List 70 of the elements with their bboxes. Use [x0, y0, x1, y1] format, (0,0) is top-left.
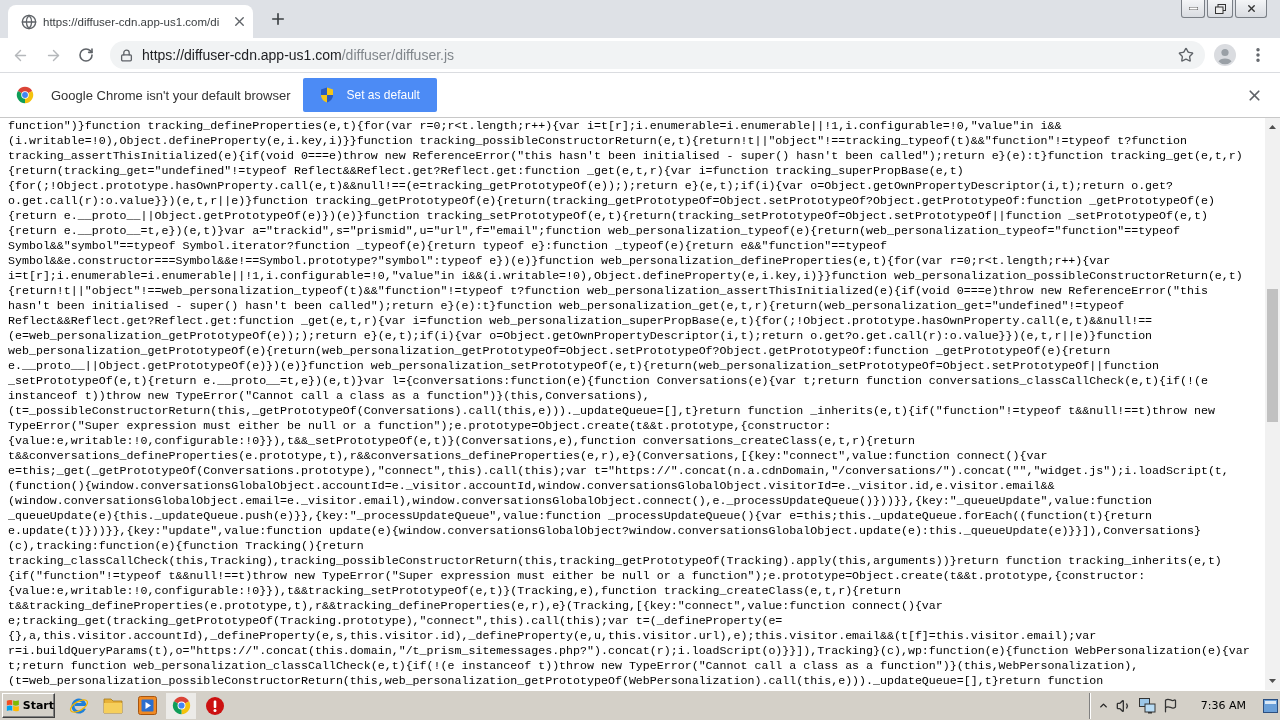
code-line: (e=web_personalization_getPrototypeOf(e)););return e}(e,t);if(i){var o=Object.getOwnPropertyDescriptor(i,t);return o.get?o.get.call(r):o.value}})(e,t,r||e)}function — [8, 328, 1153, 343]
code-line: (i.writable=!0),Object.defineProperty(e,i.key,i)}}function tracking_possibleConstructorReturn(e,t){return!t||"object"!==tracking_typeof(t)&&"function"!=typeof t?function — [8, 133, 1187, 148]
scrollbar[interactable] — [1265, 118, 1280, 690]
flag-icon[interactable] — [1162, 698, 1178, 713]
restore-button[interactable] — [1207, 0, 1233, 18]
code-line: e;tracking_get(tracking_getPrototypeOf(Tracking.prototype),"connect",this).call(this);var t=(_defineProperty(e= — [8, 613, 783, 628]
code-line: e.__proto__||Object.getPrototypeOf(e)})(e)}function web_personalization_setPrototypeOf(e,t){return(web_personalization_setPrototypeOf=Object.setPrototypeOf||function — [8, 358, 1160, 373]
start-button[interactable]: Start — [2, 693, 55, 718]
code-line: o.get.call(r):o.value}})(e,t,r||e)}function tracking_getPrototypeOf(e){return(tracking_getPrototypeOf=Object.setPrototypeOf?Object.getPrototypeOf:function _getPrototypeOf(e) — [8, 193, 1215, 208]
caret-up-icon[interactable] — [1097, 700, 1109, 711]
close-icon — [1245, 3, 1257, 14]
code-line: _queueUpdate(e){this._updateQueue.push(e)}},{key:"_processUpdateQueue",value:function _processUpdateQueue(){var e=this;this._updateQueue.forEach((function(t){return — [8, 508, 1153, 523]
code-line: {return(tracking_get="undefined"!=typeof Reflect&&Reflect.get?Reflect.get:function _get(e,t,r){var i=function tracking_superPropBase(e,t) — [8, 163, 964, 178]
code-line: function")}function tracking_defineProperties(e,t){for(var r=0;r<t.length;r++){var i=t[r];i.enumerable=i.enumerable||!1,i.configurable=!0,"value"in i&& — [8, 118, 1062, 133]
minimize-icon — [1188, 7, 1198, 10]
code-line: i=t[r];i.enumerable=i.enumerable||!1,i.configurable=!0,"value"in i&&(i.writable=!0),Object.defineProperty(e,i.key,i)}}function web_personalization_possibleConstructorReturn(e,t) — [8, 268, 1243, 283]
code-line: TypeError("Super expression must either be null or a function");e.prototype=Object.create(t&&t.prototype,{constructor: — [8, 418, 832, 433]
address-field[interactable]: https://diffuser-cdn.app-us1.com/diffuser/diffuser.js — [110, 41, 1205, 69]
caret-up-icon[interactable] — [1269, 125, 1276, 129]
star-icon[interactable] — [1178, 47, 1194, 63]
close-button[interactable] — [1235, 0, 1267, 18]
code-line: Reflect&&Reflect.get?Reflect.get:function _get(e,t,r){var i=function web_personalization_superPropBase(e,t){for(;!Object.prototype.hasOwnProperty.call(e,t)&&null!== — [8, 313, 1153, 328]
code-line: {value:e,writable:!0,configurable:!0}}),t&&_setPrototypeOf(e,t)}(Conversations,e),function conversations_createClass(e,t,r){return — [8, 433, 915, 448]
warning-icon — [206, 696, 224, 715]
restore-icon — [1214, 3, 1226, 14]
code-line: hasn't been initialised - super() hasn't been called");return e}(e):t}function web_personalization_get(e,t,r){return(web_personalization_get="undefined"!=typeof — [8, 298, 1125, 313]
code-line: {return!t||"object"!==web_personalization_typeof(t)&&"function"!=typeof t?function web_personalization_assertThisInitialized(e){if(void 0===e)throw new ReferenceError("this — [8, 283, 1208, 298]
code-line: e.update(t)}))}},{key:"update",value:function update(e){window.conversationsGlobalObject?window.conversationsGlobalObject.update(e):this._queueUpdate(e)}}]),Conversations} — [8, 523, 1201, 538]
reload-icon[interactable] — [78, 47, 94, 63]
code-line: tracking_assertThisInitialized(e){if(void 0===e)throw new ReferenceError("this hasn't been initialised - super() hasn't been called");return e}(e):t}function tracking_get(e,t,r) — [8, 148, 1243, 163]
flag-logo-icon — [6, 698, 20, 713]
infobar-message: Google Chrome isn't your default browser — [51, 87, 291, 103]
code-line: {},a,this.visitor.accountId),_defineProperty(e,s,this.visitor.id),_defineProperty(e,u,this.visitor.url),e);this.visitor.email&&(t[f]=this.visitor.email);var — [8, 628, 1097, 643]
code-line: (function(){window.conversationsGlobalObject.accountId=e._visitor.accountId,window.conversationsGlobalObject.visitorId=e._visitor.id,e.visitor.email&& — [8, 478, 1055, 493]
code-line: web_personalization_getPrototypeOf(e){return(web_personalization_getPrototypeOf=Object.setPrototypeOf?Object.getPrototypeOf:function _getPrototypeOf(e){return — [8, 343, 1111, 358]
code-line: _setPrototypeOf(e,t){return e.__proto__=t,e})(e,t)}var l={conversations:function(e){function Conversations(e){var t;return function conversations_classCallCheck(e,t){if(!(e — [8, 373, 1208, 388]
code-line: r=i.buildQueryParams(t),o="https://".concat(this.domain,"/t_prism_sitemessages.php?").concat(r);i.loadScript(o)}}]),Tracking}(c),wp:function(e){function WebPersonalization(e){var — [8, 643, 1250, 658]
code-line: (t=web_personalization_possibleConstructorReturn(this,web_personalization_getPrototypeOf(WebPersonalization).call(this,e)))._updateQueue=[],t}return function — [8, 673, 1104, 688]
code-line: {value:e,writable:!0,configurable:!0}}),t&&tracking_setPrototypeOf(e,t)}(Tracking,e),function tracking_createClass(e,t,r){return — [8, 583, 901, 598]
code-line: instanceof t))throw new TypeError("Cannot call a class as a function")}(this,Conversations), — [8, 388, 650, 403]
code-line: {return e.__proto__=t,e})(e,t)}var a="trackid",s="prismid",u="url",f="email";function web_personalization_typeof(e){return(web_personalization_typeof="function"==typeof — [8, 223, 1180, 238]
code-line: e=this;_get(_getPrototypeOf(Conversations.prototype),"connect",this).call(this);var t="https://".concat(n.a.cdnDomain,"/conversations/").concat("","widget.js");i.loadScript(t, — [8, 463, 1229, 478]
minimize-button[interactable] — [1181, 0, 1205, 18]
code-line: (c),tracking:function(e){function Tracking(){return — [8, 538, 364, 553]
folder-icon — [103, 697, 123, 714]
browser-logo-icon — [171, 696, 191, 715]
media-player-icon — [137, 696, 157, 715]
code-line: Symbol&&e.constructor===Symbol&&e!==Symbol.prototype?"symbol":typeof e})(e)}function web_personalization_defineProperties(e,t){for(var r=0;r<t.length;r++){var — [8, 253, 1111, 268]
lock-icon — [120, 48, 133, 62]
code-line: (window.conversationsGlobalObject.email=e._visitor.email),window.conversationsGlobalObject.connect(),e._processUpdateQueue()}))}},{key:"_queueUpdate",value:function — [8, 493, 1153, 508]
code-line: tracking_classCallCheck(this,Tracking),tracking_possibleConstructorReturn(this,tracking_getPrototypeOf(Tracking).apply(this,arguments))}return function tracking_inherits(e,t) — [8, 553, 1222, 568]
code-line: (t=_possibleConstructorReturn(this,_getPrototypeOf(Conversations).call(this,e)))._updateQueue=[],t}return function _inherits(e,t){if("function"!=typeof t&&null!==t)throw new — [8, 403, 1215, 418]
globe-icon — [21, 13, 37, 30]
code-line: Symbol&&"symbol"==typeof Symbol.iterator?function _typeof(e){return typeof e}:function _typeof(e){return e&&"function"==typeof — [8, 238, 887, 253]
shield-icon — [320, 87, 335, 103]
code-line: {return e.__proto__||Object.getPrototypeOf(e)})(e)}function tracking_setPrototypeOf(e,t){return(tracking_setPrototypeOf=Object.setPrototypeOf||function _setPrototypeOf(e,t) — [8, 208, 1208, 223]
scrollbar-thumb[interactable] — [1267, 289, 1278, 422]
network-icon[interactable] — [1138, 697, 1156, 714]
user-avatar-icon[interactable] — [1214, 44, 1236, 66]
taskbar-app-button[interactable] — [166, 692, 196, 719]
code-line: {for(;!Object.prototype.hasOwnProperty.call(e,t)&&null!==(e=tracking_getPrototypeOf(e)););return e}(e,t);if(i){var o=Object.getOwnPropertyDescriptor(i,t);return o.get? — [8, 178, 1173, 193]
browser-logo-icon — [16, 86, 34, 104]
code-line: {if("function"!=typeof t&&null!==t)throw new TypeError("Super expression must either be null or a function");e.prototype=Object.create(t&&t.prototype,{constructor: — [8, 568, 1146, 583]
code-line: t;return function web_personalization_classCallCheck(e,t){if(!(e instanceof t))throw new TypeError("Cannot call a class as a function")}(this,WebPersonalization), — [8, 658, 1139, 673]
caret-down-icon[interactable] — [1269, 679, 1276, 683]
clock-text[interactable]: 7:36 AM — [1200, 699, 1246, 712]
code-line: t&&tracking_defineProperties(e.prototype,t),r&&tracking_defineProperties(e,r),e}(Tracking,[{key:"connect",value:function connect(){var — [8, 598, 943, 613]
browser-tab[interactable]: https://diffuser-cdn.app-us1.com/di — [8, 5, 254, 38]
code-line: t&&conversations_defineProperties(e.prototype,t),r&&conversations_defineProperties(e,r),e}(Conversations,[{key:"connect",value:function connect(){var — [8, 448, 1048, 463]
show-desktop-icon[interactable] — [1263, 698, 1278, 713]
